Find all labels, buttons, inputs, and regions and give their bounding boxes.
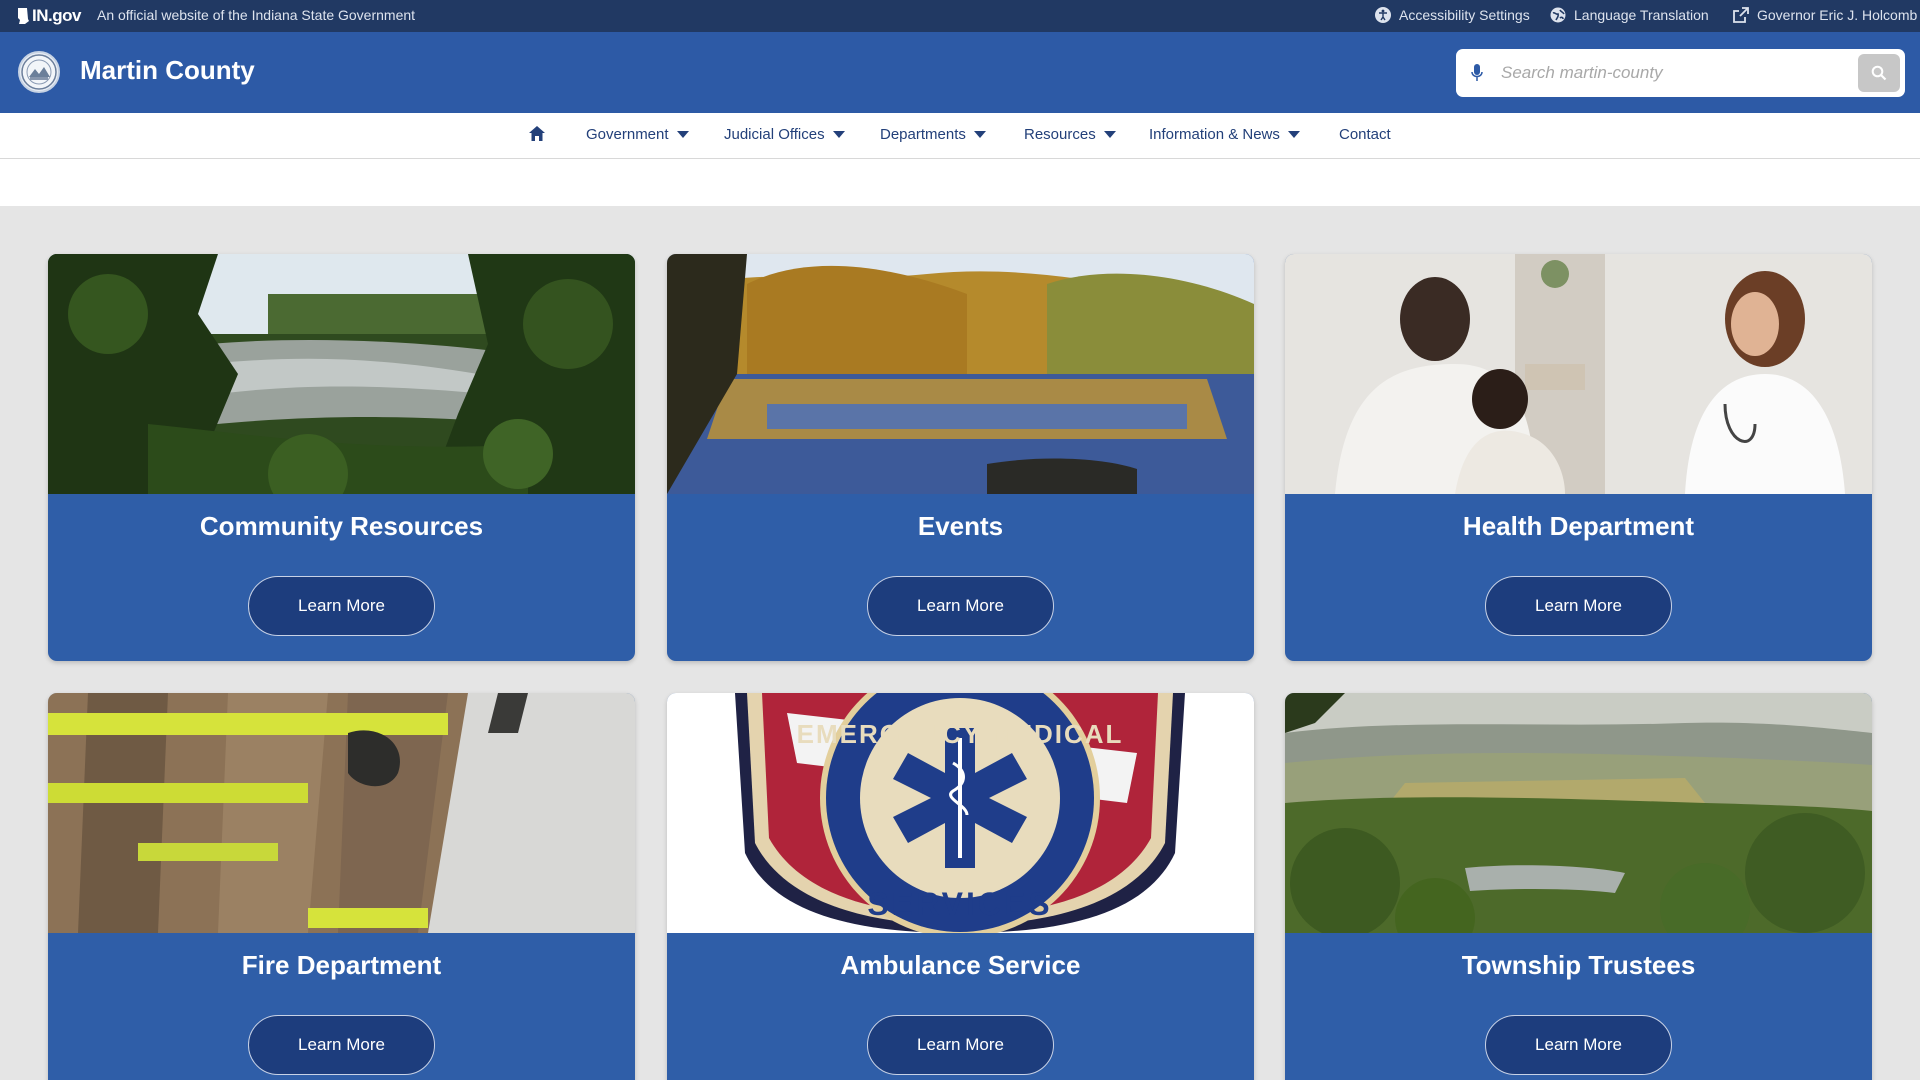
ems-patch-photo: EMERGENCY MEDICAL SERVICES [667,693,1254,933]
nav-item-government[interactable]: Government [586,126,689,143]
card-title: Community Resources [199,511,484,541]
nav-item-label: Departments [880,126,966,143]
card-events: Events Learn More [667,254,1254,661]
card-title: Events [917,511,1004,541]
lake-photo [667,254,1254,494]
governor-link-label: Governor Eric J. Holcomb [1757,7,1918,23]
microphone-icon[interactable] [1471,63,1483,83]
doctor-family-photo [1285,254,1872,494]
learn-more-button[interactable]: Learn More [1485,576,1672,636]
card-image: EMERGENCY MEDICAL SERVICES [667,693,1254,933]
home-icon[interactable] [528,125,546,142]
nav-item-departments[interactable]: Departments [880,126,986,143]
card-image [48,693,635,933]
nav-item-label: Resources [1024,126,1096,143]
learn-more-button[interactable]: Learn More [867,576,1054,636]
nav-item-judicial-offices[interactable]: Judicial Offices [724,126,845,143]
chevron-down-icon [832,131,845,138]
accessibility-settings-label: Accessibility Settings [1399,7,1530,23]
card-title: Ambulance Service [840,950,1081,980]
card-title: Health Department [1462,511,1695,541]
card-title: Township Trustees [1461,950,1696,980]
language-translation-label: Language Translation [1574,7,1709,23]
official-banner: IN.gov An official website of the Indian… [0,0,1920,32]
patch-text-bottom: SERVICES [867,886,1052,922]
firefighter-gear-photo [48,693,635,933]
in-gov-logo-text: IN.gov [32,6,81,25]
globe-icon [1550,7,1566,23]
card-image [1285,254,1872,494]
site-header: Martin County [0,32,1920,113]
chevron-down-icon [973,131,986,138]
search-button[interactable] [1858,54,1900,92]
page-spacer [0,159,1920,206]
search-icon [1871,65,1887,81]
county-seal-icon [21,54,57,90]
card-ambulance-service: EMERGENCY MEDICAL SERVICES Ambulance Ser… [667,693,1254,1080]
valley-landscape-photo [1285,693,1872,933]
county-seal-logo[interactable] [18,51,60,93]
card-image [1285,693,1872,933]
learn-more-button[interactable]: Learn More [1485,1015,1672,1075]
indiana-state-icon [18,8,29,24]
learn-more-button[interactable]: Learn More [248,576,435,636]
nav-item-information-news[interactable]: Information & News [1149,126,1300,143]
learn-more-button[interactable]: Learn More [248,1015,435,1075]
card-health-department: Health Department Learn More [1285,254,1872,661]
card-fire-department: Fire Department Learn More [48,693,635,1080]
nav-item-label: Government [586,126,669,143]
chevron-down-icon [1287,131,1300,138]
chevron-down-icon [676,131,689,138]
accessibility-icon [1375,7,1391,23]
external-link-icon [1733,7,1749,23]
nav-item-label: Contact [1339,126,1391,143]
card-township-trustees: Township Trustees Learn More [1285,693,1872,1080]
card-title: Fire Department [241,950,442,980]
official-website-text: An official website of the Indiana State… [97,7,416,23]
card-image [48,254,635,494]
chevron-down-icon [1103,131,1116,138]
site-title[interactable]: Martin County [80,55,255,86]
search-input[interactable] [1501,59,1841,87]
nav-item-label: Judicial Offices [724,126,825,143]
governor-link[interactable]: Governor Eric J. Holcomb [1733,7,1917,23]
search-bar [1456,49,1905,97]
card-image [667,254,1254,494]
learn-more-button[interactable]: Learn More [867,1015,1054,1075]
river-photo [48,254,635,494]
nav-item-resources[interactable]: Resources [1024,126,1116,143]
patch-text-top: EMERGENCY MEDICAL [797,719,1124,749]
main-navigation: Government Judicial Offices Departments … [0,113,1920,159]
accessibility-settings-link[interactable]: Accessibility Settings [1375,7,1530,23]
nav-item-label: Information & News [1149,126,1280,143]
card-community-resources: Community Resources Learn More [48,254,635,661]
in-gov-logo[interactable]: IN.gov [16,6,81,26]
language-translation-link[interactable]: Language Translation [1550,7,1709,23]
nav-item-contact[interactable]: Contact [1339,126,1391,143]
